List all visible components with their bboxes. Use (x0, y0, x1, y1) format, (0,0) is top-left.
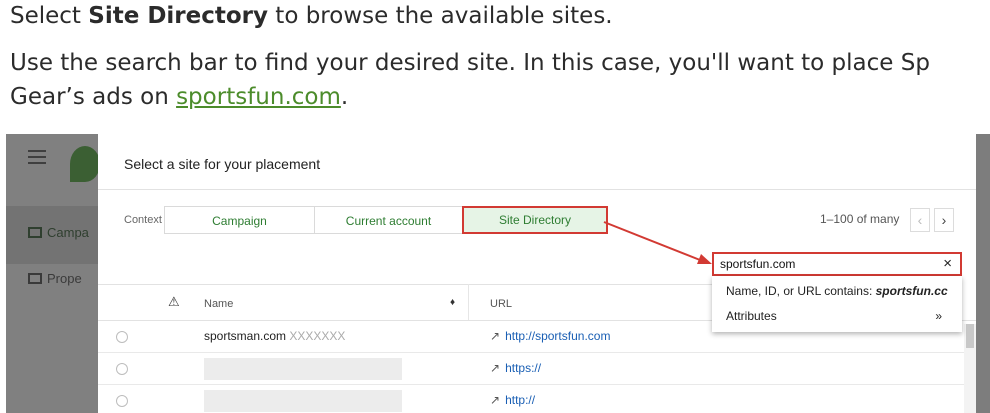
instruction-line-1: Select Site Directory to browse the avai… (10, 3, 613, 29)
chevron-double-right-icon: » (935, 309, 942, 323)
app-right-edge (976, 134, 990, 413)
site-url-link[interactable]: ↗ http:// (490, 393, 535, 407)
chevron-left-icon: ‹ (917, 212, 923, 228)
tab-current-account[interactable]: Current account (314, 206, 462, 234)
next-page-button[interactable]: › (934, 208, 954, 232)
site-url-text: http://sportsfun.com (505, 329, 611, 343)
column-header-url[interactable]: URL (490, 298, 512, 310)
instruction-text: Select (10, 3, 89, 29)
previous-page-button[interactable]: ‹ (910, 208, 930, 232)
site-name: sportsman.com XXXXXXX (204, 329, 345, 343)
sidebar-item-properties[interactable]: Prope (28, 271, 82, 286)
context-label: Context (124, 214, 162, 226)
divider (98, 189, 976, 190)
suggestion-term: sportsfun.cc (875, 284, 948, 298)
table-row[interactable]: ↗ http:// (98, 385, 976, 413)
redacted-name-placeholder (204, 390, 402, 412)
tab-site-directory[interactable]: Site Directory (462, 206, 608, 234)
suggestion-prefix: Name, ID, or URL contains: (726, 284, 876, 298)
sort-icon[interactable]: ♦ (450, 297, 455, 308)
table-row[interactable]: ↗ https:// (98, 353, 976, 385)
external-link-icon: ↗ (490, 329, 501, 343)
sportsfun-link[interactable]: sportsfun.com (176, 84, 341, 110)
site-url-text: https:// (505, 361, 542, 375)
app-sidebar: Campa Prope (6, 134, 104, 413)
search-suggestions: Name, ID, or URL contains: sportsfun.cc … (712, 276, 962, 332)
instruction-text: . (340, 84, 349, 110)
instruction-line-2: Use the search bar to find your desired … (10, 50, 930, 76)
tab-campaign[interactable]: Campaign (164, 206, 314, 234)
scrollbar-thumb[interactable] (966, 324, 974, 348)
external-link-icon: ↗ (490, 361, 501, 375)
divider (98, 284, 720, 285)
site-url-link[interactable]: ↗ http://sportsfun.com (490, 329, 610, 343)
instruction-text: Gear’s ads on (10, 84, 177, 110)
warning-icon: ⚠ (168, 294, 180, 309)
sliders-icon (28, 273, 42, 284)
pagination-label: 1–100 of many (820, 212, 900, 226)
instruction-line-3: Gear’s ads on sportsfun.com. (10, 84, 348, 110)
suggestion-attributes[interactable]: Attributes (726, 309, 777, 323)
column-header-name[interactable]: Name (204, 298, 233, 310)
sidebar-item-campaigns[interactable]: Campa (28, 225, 89, 240)
table-icon (28, 227, 42, 238)
ui-screenshot: Campa Prope Select a site for your place… (6, 134, 990, 413)
site-url-link[interactable]: ↗ https:// (490, 361, 541, 375)
app-logo (70, 146, 100, 182)
row-radio-button[interactable] (116, 395, 128, 407)
instruction-text: to browse the available sites. (268, 3, 613, 29)
suggestion-contains[interactable]: Name, ID, or URL contains: sportsfun.cc (726, 284, 948, 298)
redacted-name-placeholder (204, 358, 402, 380)
sidebar-item-label: Prope (47, 271, 82, 286)
row-radio-button[interactable] (116, 331, 128, 343)
search-input[interactable]: sportsfun.com × (712, 252, 962, 276)
close-icon[interactable]: × (943, 255, 952, 272)
dialog-title: Select a site for your placement (124, 156, 321, 172)
instruction-bold-text: Site Directory (88, 3, 268, 29)
site-url-text: http:// (505, 393, 536, 407)
row-radio-button[interactable] (116, 363, 128, 375)
site-name-text: sportsman.com (204, 329, 287, 343)
column-divider (468, 284, 469, 320)
sidebar-item-label: Campa (47, 225, 89, 240)
site-picker-dialog: Select a site for your placement Context… (98, 134, 976, 413)
external-link-icon: ↗ (490, 393, 501, 407)
hamburger-menu-icon[interactable] (28, 150, 46, 168)
chevron-right-icon: › (941, 212, 947, 228)
site-id-text: XXXXXXX (289, 329, 346, 343)
search-input-value: sportsfun.com (720, 257, 796, 271)
